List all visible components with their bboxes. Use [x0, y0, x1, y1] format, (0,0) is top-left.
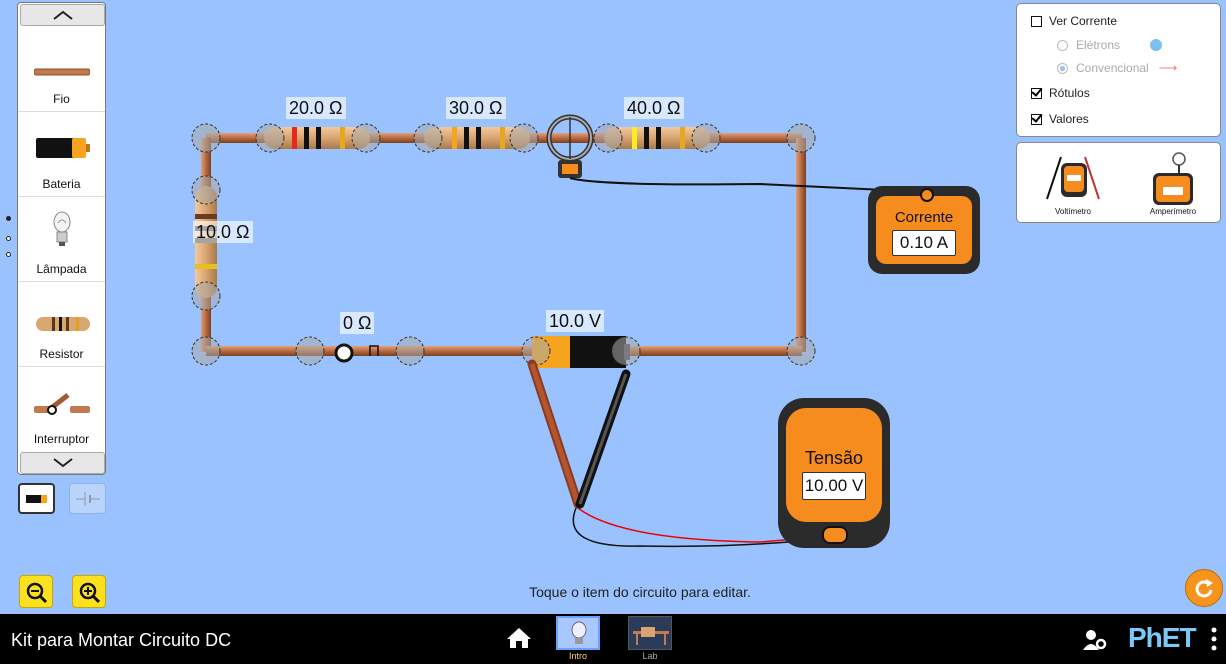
- phet-logo: PhET: [1128, 622, 1197, 653]
- checkbox-icon: [1031, 113, 1042, 125]
- ammeter-title: Corrente: [894, 209, 954, 226]
- navigation-bar: Kit para Montar Circuito DC Intro Lab Ph…: [0, 614, 1226, 664]
- user-settings-icon: [1083, 630, 1107, 650]
- show-current-label: Ver Corrente: [1049, 14, 1118, 28]
- switch-label: 0 Ω: [340, 312, 375, 334]
- resistor-label: 10.0 Ω: [193, 221, 253, 243]
- voltmeter-red-probe[interactable]: [527, 359, 583, 509]
- ammeter-tool[interactable]: Amperímetro: [1141, 149, 1205, 221]
- voltmeter-black-probe[interactable]: [575, 369, 631, 509]
- tab-lab-label: Lab: [642, 651, 658, 661]
- lab-circuit-icon: [633, 627, 669, 645]
- voltmeter-tool-label: Voltímetro: [1054, 207, 1091, 216]
- voltmeter-icon: [1046, 156, 1100, 200]
- arrow-right-icon: ⟶: [1158, 60, 1178, 75]
- show-current-checkbox[interactable]: Ver Corrente: [1031, 14, 1117, 28]
- checkbox-icon: [1031, 15, 1042, 27]
- tab-intro-label: Intro: [568, 651, 587, 661]
- electrons-label: Elétrons: [1076, 38, 1121, 52]
- electron-icon: [1150, 39, 1163, 51]
- wire-segments[interactable]: [201, 133, 806, 356]
- voltmeter-face: Tensão 10.00 V: [786, 408, 882, 522]
- tab-lab[interactable]: [628, 616, 672, 650]
- voltmeter-tool[interactable]: Voltímetro: [1041, 151, 1105, 221]
- sensor-toolbox-panel: Voltímetro Amperímetro: [1016, 142, 1221, 223]
- sim-title: Kit para Montar Circuito DC: [11, 630, 232, 650]
- home-button[interactable]: [506, 626, 532, 650]
- light-bulb-icon: [571, 621, 587, 644]
- voltmeter-jack: [822, 526, 848, 544]
- resistor-label: 40.0 Ω: [624, 97, 684, 119]
- ammeter-jack: [920, 188, 934, 202]
- kebab-menu-icon: [1211, 627, 1217, 651]
- voltmeter-readout: 10.00 V: [802, 472, 866, 500]
- checkbox-icon: [1031, 87, 1042, 99]
- labels-label: Rótulos: [1049, 86, 1090, 100]
- ammeter-tool-label: Amperímetro: [1149, 207, 1197, 216]
- radio-icon: [1057, 62, 1068, 74]
- values-label: Valores: [1049, 112, 1089, 126]
- labels-checkbox[interactable]: Rótulos: [1031, 86, 1090, 100]
- phet-menu-button[interactable]: [1210, 626, 1218, 652]
- ammeter-probe[interactable]: [546, 114, 594, 178]
- resistor-label: 20.0 Ω: [286, 97, 346, 119]
- tab-intro[interactable]: [556, 616, 600, 650]
- ammeter[interactable]: Corrente 0.10 A: [868, 186, 980, 274]
- values-checkbox[interactable]: Valores: [1031, 112, 1089, 126]
- hint-text: Toque o item do circuito para editar.: [529, 584, 751, 600]
- electrons-radio[interactable]: Elétrons: [1057, 38, 1163, 52]
- radio-icon: [1057, 39, 1068, 51]
- voltmeter-title: Tensão: [804, 448, 864, 468]
- reset-all-button[interactable]: [1185, 569, 1223, 607]
- reset-icon: [1195, 579, 1213, 598]
- home-icon: [507, 628, 531, 648]
- ammeter-readout: 0.10 A: [892, 230, 956, 256]
- circuit-junctions[interactable]: [191, 123, 816, 366]
- ammeter-face: Corrente 0.10 A: [876, 196, 972, 264]
- view-options-panel: Ver Corrente Elétrons Convencional ⟶ Rót…: [1016, 3, 1221, 137]
- battery-label: 10.0 V: [546, 310, 605, 332]
- voltmeter[interactable]: Tensão 10.00 V: [778, 398, 890, 548]
- conventional-radio[interactable]: Convencional ⟶: [1057, 60, 1177, 76]
- conventional-label: Convencional: [1076, 61, 1149, 75]
- preferences-button[interactable]: [1082, 628, 1108, 652]
- resistor-label: 30.0 Ω: [446, 97, 506, 119]
- ammeter-icon: [1153, 152, 1193, 205]
